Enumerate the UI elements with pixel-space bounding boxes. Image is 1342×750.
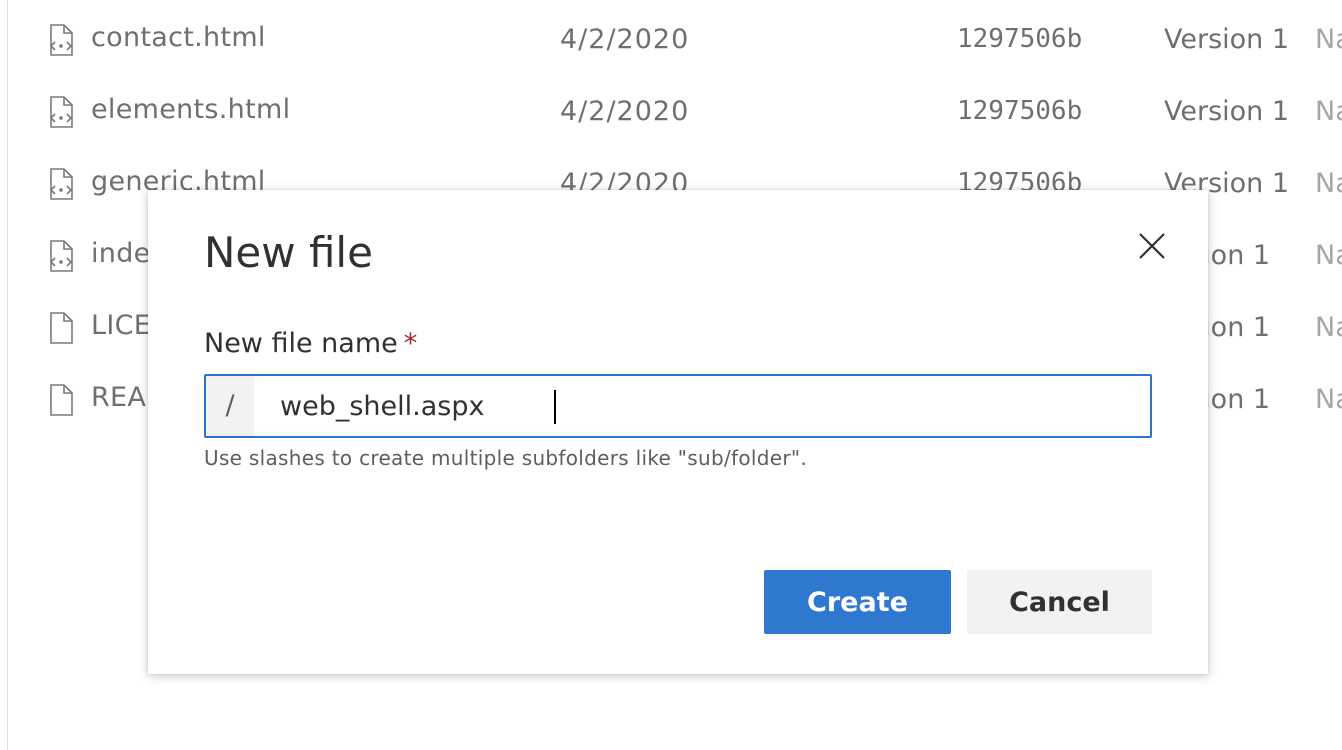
code-file-icon xyxy=(48,168,74,200)
code-file-icon xyxy=(48,96,74,128)
file-date: 4/2/2020 xyxy=(560,96,690,127)
file-extra: Na xyxy=(1315,384,1342,415)
file-row[interactable]: contact.html 4/2/2020 1297506b Version 1… xyxy=(0,22,1342,96)
file-extra: Na xyxy=(1315,312,1342,343)
file-name-input-wrapper: / xyxy=(204,374,1152,438)
file-name[interactable]: LICE xyxy=(91,310,151,341)
close-icon xyxy=(1139,233,1165,259)
file-name[interactable]: inde xyxy=(91,238,151,269)
file-name-label: New file name * xyxy=(204,328,417,359)
file-name[interactable]: elements.html xyxy=(91,94,290,125)
close-button[interactable] xyxy=(1134,228,1170,264)
file-commit[interactable]: 1297506b xyxy=(957,24,1082,54)
code-file-icon xyxy=(48,24,74,56)
file-extra: Na xyxy=(1315,168,1342,199)
new-file-dialog: New file New file name* / Use slashes to… xyxy=(148,190,1208,674)
file-version: Version 1 xyxy=(1164,96,1290,127)
file-extra: Na xyxy=(1315,24,1342,55)
file-name-input[interactable] xyxy=(254,376,1150,436)
text-cursor xyxy=(554,390,556,424)
file-extra: Na xyxy=(1315,96,1342,127)
file-icon xyxy=(48,312,74,344)
code-file-icon xyxy=(48,240,74,272)
dialog-title: New file xyxy=(204,228,373,277)
file-commit[interactable]: 1297506b xyxy=(957,96,1082,126)
helper-text: Use slashes to create multiple subfolder… xyxy=(204,446,808,470)
file-icon xyxy=(48,384,74,416)
file-name[interactable]: REA xyxy=(91,382,146,413)
create-button[interactable]: Create xyxy=(764,570,951,634)
file-name[interactable]: contact.html xyxy=(91,22,266,53)
required-mark: * xyxy=(403,328,418,359)
file-name-label-text: New file name xyxy=(204,328,398,359)
path-prefix: / xyxy=(206,376,254,436)
file-extra: Na xyxy=(1315,240,1342,271)
page: contact.html 4/2/2020 1297506b Version 1… xyxy=(0,0,1342,750)
file-version: Version 1 xyxy=(1164,24,1290,55)
file-date: 4/2/2020 xyxy=(560,24,690,55)
cancel-button[interactable]: Cancel xyxy=(967,570,1152,634)
file-row[interactable]: elements.html 4/2/2020 1297506b Version … xyxy=(0,94,1342,168)
